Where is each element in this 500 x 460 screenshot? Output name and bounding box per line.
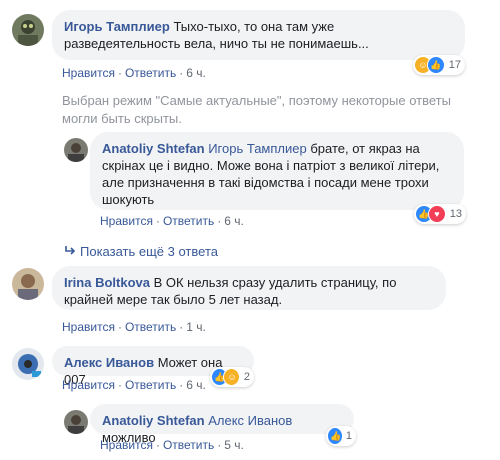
haha-icon: ☺ [222, 368, 240, 386]
comment-bubble: Irina Boltkova В ОК нельзя сразу удалить… [52, 266, 446, 310]
mention-link[interactable]: Алекс Иванов [208, 413, 292, 428]
mention-link[interactable]: Игорь Тамплиер [208, 141, 307, 156]
reply-link[interactable]: Ответить [125, 320, 176, 334]
like-link[interactable]: Нравится [62, 320, 115, 334]
avatar[interactable] [64, 410, 88, 434]
reply-link[interactable]: Ответить [125, 66, 176, 80]
like-link[interactable]: Нравится [62, 378, 115, 392]
comment-bubble: Игорь Тамплиер Тыхо-тыхо, то она там уже… [52, 10, 465, 60]
reaction-summary[interactable]: 👍 ☺ 2 [210, 367, 254, 387]
reaction-count: 2 [243, 371, 250, 383]
like-icon: 👍 [328, 428, 342, 444]
reaction-count: 13 [449, 208, 462, 220]
reply-link[interactable]: Ответить [125, 378, 176, 392]
reaction-summary[interactable]: ☺ 👍 17 [413, 55, 465, 75]
like-link[interactable]: Нравится [62, 66, 115, 80]
love-icon: ♥ [427, 205, 446, 223]
reply-link[interactable]: Ответить [163, 438, 214, 452]
like-link[interactable]: Нравится [100, 214, 153, 228]
show-more-replies[interactable]: Показать ещё 3 ответа [64, 244, 218, 259]
timestamp[interactable]: 6 ч. [186, 378, 206, 392]
avatar[interactable] [12, 268, 44, 300]
comment-actions: Нравится · Ответить · 6 ч. [100, 214, 244, 228]
timestamp[interactable]: 6 ч. [224, 214, 244, 228]
comment-author[interactable]: Anatoliy Shtefan [102, 141, 205, 156]
reply-arrow-icon [64, 244, 80, 259]
reply-link[interactable]: Ответить [163, 214, 214, 228]
timestamp[interactable]: 1 ч. [186, 320, 206, 334]
hidden-replies-notice: Выбран режим "Самые актуальные", поэтому… [62, 93, 451, 126]
comment-actions: Нравится · Ответить · 1 ч. [62, 320, 206, 334]
show-more-label[interactable]: Показать ещё 3 ответа [80, 244, 218, 259]
comment-actions: Нравится · Ответить · 6 ч. [62, 66, 206, 80]
comment-bubble: Anatoliy Shtefan Алекс Иванов можливо [90, 404, 354, 445]
comment-bubble: Anatoliy Shtefan Игорь Тамплиер брате, о… [90, 132, 464, 210]
reaction-summary[interactable]: 👍 ♥ 13 [414, 204, 466, 224]
comment-actions: Нравится · Ответить · 6 ч. [62, 378, 206, 392]
comment-author[interactable]: Anatoliy Shtefan [102, 413, 205, 428]
like-icon: 👍 [426, 56, 445, 74]
reaction-count: 1 [345, 430, 352, 442]
timestamp[interactable]: 5 ч. [224, 438, 244, 452]
comment-author[interactable]: Алекс Иванов [64, 355, 154, 370]
comment-author[interactable]: Игорь Тамплиер [64, 19, 170, 34]
avatar[interactable] [64, 138, 88, 162]
timestamp[interactable]: 6 ч. [186, 66, 206, 80]
avatar[interactable] [12, 14, 44, 46]
comment-actions: Нравится · Ответить · 5 ч. [100, 438, 244, 452]
reaction-summary[interactable]: 👍 1 [326, 426, 356, 446]
avatar[interactable] [12, 348, 44, 380]
reaction-count: 17 [448, 59, 461, 71]
comment-author[interactable]: Irina Boltkova [64, 275, 150, 290]
like-link[interactable]: Нравится [100, 438, 153, 452]
